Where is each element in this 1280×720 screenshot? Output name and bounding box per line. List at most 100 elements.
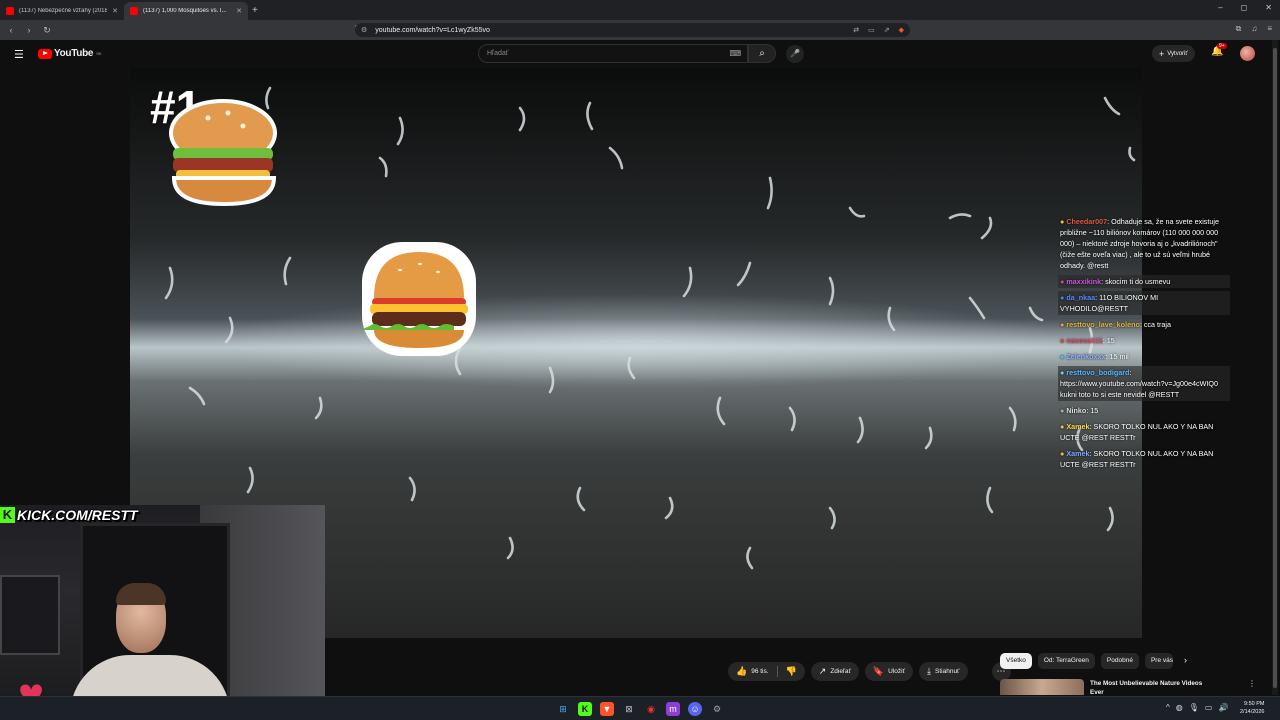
download-button[interactable]: ⤓ Stiahnuť	[919, 662, 968, 681]
chat-username[interactable]: resttovo_lave_koleno	[1066, 320, 1140, 329]
chat-username[interactable]: nasosak11	[1066, 336, 1102, 345]
chat-username[interactable]: Zelenkoxxx	[1066, 352, 1105, 361]
recommended-thumbnail[interactable]	[1000, 679, 1084, 695]
chip-all[interactable]: Všetko	[1000, 653, 1032, 669]
chat-message: ● Xamek: SKORO TOLKO NUL AKO Y NA BAN UC…	[1060, 422, 1214, 442]
browser-tab-1[interactable]: (1137) Nebezpečné vzťahy (2018/10... ✕	[0, 2, 124, 20]
browser-menu-icon[interactable]: ≡	[1267, 24, 1272, 34]
region-code: SK	[96, 51, 102, 56]
plus-icon: +	[1159, 48, 1165, 59]
kick-url-text: KICK.COM/RESTT	[17, 507, 138, 523]
window-controls: – ◻ ✕	[1218, 3, 1272, 12]
kick-logo-icon: K	[0, 507, 15, 523]
start-menu-icon[interactable]: ⊞	[556, 702, 570, 716]
address-bar[interactable]: ⚙ youtube.com/watch?v=Lc1wyZk55vo ⇄ ▭ ⇗ …	[355, 23, 910, 37]
chat-text: https://www.youtube.com/watch?v=Jg00e4cW…	[1060, 379, 1219, 399]
brave-shield-icon[interactable]: ◆	[899, 26, 904, 34]
chip-related[interactable]: Podobné	[1100, 653, 1139, 669]
browser-toolbar-right: ⧉ ♫ ≡	[1236, 24, 1272, 34]
close-tab-icon[interactable]: ✕	[112, 7, 118, 15]
chat-message: ● Ninko: 15	[1060, 406, 1099, 415]
save-button[interactable]: 🔖 Uložiť	[864, 662, 914, 681]
share-label: Zdieľať	[830, 668, 851, 675]
monitor-icon[interactable]: ▭	[1205, 703, 1213, 712]
clock-time: 9:50 PM	[1243, 701, 1265, 707]
chat-message: ● da_nkaa: 11O BILIONOV MI VYHODILO@REST…	[1058, 291, 1230, 315]
chat-message: ● resttovo_lave_koleno: cca traja	[1060, 320, 1172, 329]
chat-text: 15	[1106, 336, 1115, 345]
youtube-play-icon	[38, 48, 52, 59]
hamburger-emoji-icon	[360, 242, 476, 356]
mic-tray-icon[interactable]: 🎙	[1189, 703, 1199, 712]
maximize-button[interactable]: ◻	[1241, 3, 1248, 12]
media-icon[interactable]: ♫	[1251, 24, 1257, 34]
recommended-video[interactable]: The Most Unbelievable Nature Videos Ever…	[1000, 679, 1270, 696]
chat-text: skocim ti do usmevu	[1105, 277, 1171, 286]
search-button[interactable]: ⌕	[748, 44, 776, 63]
chip-for-you[interactable]: Pre vás	[1144, 653, 1173, 669]
chrome-app-icon[interactable]: ◉	[644, 702, 658, 716]
page-scrollbar[interactable]	[1272, 40, 1278, 695]
search-input[interactable]: Hľadať ⌨	[478, 44, 748, 63]
forward-icon[interactable]: ›	[22, 25, 36, 35]
scrollbar-thumb[interactable]	[1273, 48, 1277, 688]
tray-expand-icon[interactable]: ^	[1166, 703, 1170, 712]
youtube-favicon-icon	[130, 7, 138, 15]
steam-app-icon[interactable]: ⚙	[710, 702, 724, 716]
like-divider	[776, 666, 778, 677]
recommendation-chips: Všetko Od: TerraGreen Podobné Pre vás	[1000, 653, 1173, 669]
brave-browser-icon[interactable]: ▼	[600, 702, 614, 716]
tab-title: (1137) 1,000 Mosquitoes vs. I...	[143, 8, 227, 14]
keyboard-icon[interactable]: ⌨	[729, 49, 741, 58]
download-label: Stiahnuť	[935, 668, 960, 675]
chat-username[interactable]: Ninko	[1066, 406, 1086, 415]
xbox-app-icon[interactable]: ⊠	[622, 702, 636, 716]
youtube-logo[interactable]: YouTube SK	[38, 48, 102, 59]
new-tab-button[interactable]: +	[252, 5, 258, 16]
share-icon[interactable]: ⇗	[884, 26, 890, 34]
minimize-button[interactable]: –	[1218, 3, 1222, 12]
back-icon[interactable]: ‹	[4, 25, 18, 35]
kick-banner: K KICK.COM/RESTT	[0, 505, 138, 525]
voice-search-button[interactable]: 🎤	[786, 45, 804, 63]
tab-title: (1137) Nebezpečné vzťahy (2018/10...	[19, 8, 108, 14]
close-tab-icon[interactable]: ✕	[236, 7, 242, 15]
notification-badge: 9+	[1217, 43, 1227, 49]
download-icon: ⤓	[927, 666, 932, 676]
like-button[interactable]: 👍 96 tis. 👎	[728, 662, 805, 681]
recommended-title[interactable]: The Most Unbelievable Nature Videos Ever	[1090, 679, 1210, 696]
url-text: youtube.com/watch?v=Lc1wyZk55vo	[375, 26, 490, 34]
tray-app-icon[interactable]: ◍	[1176, 703, 1183, 712]
avatar[interactable]	[1240, 46, 1255, 61]
chat-username[interactable]: resttovo_bodigard	[1066, 368, 1129, 377]
translate-icon[interactable]: ⇄	[853, 26, 859, 34]
thumbs-down-icon[interactable]: 👎	[786, 666, 797, 677]
messenger-app-icon[interactable]: m	[666, 702, 680, 716]
cast-icon[interactable]: ▭	[868, 26, 875, 34]
chat-username[interactable]: Xamek	[1066, 449, 1089, 458]
extensions-icon[interactable]: ⧉	[1236, 24, 1242, 34]
kick-app-icon[interactable]: K	[578, 702, 592, 716]
discord-app-icon[interactable]: ☺	[688, 702, 702, 716]
browser-tab-2[interactable]: (1137) 1,000 Mosquitoes vs. I... ✕	[124, 2, 248, 20]
recommended-menu-icon[interactable]: ⋮	[1248, 679, 1256, 695]
share-button[interactable]: ↗ Zdieľať	[810, 662, 859, 681]
volume-icon[interactable]: 🔊	[1218, 703, 1228, 712]
reload-icon[interactable]: ↻	[40, 25, 54, 36]
create-label: Vytvoriť	[1167, 50, 1188, 57]
create-button[interactable]: + Vytvoriť	[1152, 45, 1195, 62]
site-info-icon[interactable]: ⚙	[361, 26, 367, 34]
stream-chat-overlay: ● Cheedar007: Odhaduje sa, že na svete e…	[1058, 215, 1230, 474]
chat-username[interactable]: da_nkaa	[1066, 293, 1095, 302]
chat-username[interactable]: Xamek	[1066, 422, 1089, 431]
youtube-masthead: ☰ YouTube SK Hľadať ⌨ ⌕ 🎤 + Vytvoriť 🔔 9…	[0, 40, 1280, 68]
close-window-button[interactable]: ✕	[1265, 3, 1272, 12]
notifications-button[interactable]: 🔔 9+	[1211, 43, 1227, 57]
chevron-right-icon[interactable]: ›	[1184, 655, 1187, 665]
chat-username[interactable]: maxxikink	[1066, 277, 1101, 286]
streamer-hair	[116, 583, 166, 605]
taskbar-clock[interactable]: 9:50 PM 2/14/2026	[1240, 700, 1264, 716]
chat-username[interactable]: Cheedar007	[1066, 217, 1107, 226]
chip-from-channel[interactable]: Od: TerraGreen	[1037, 653, 1095, 669]
hamburger-menu-icon[interactable]: ☰	[14, 48, 24, 61]
